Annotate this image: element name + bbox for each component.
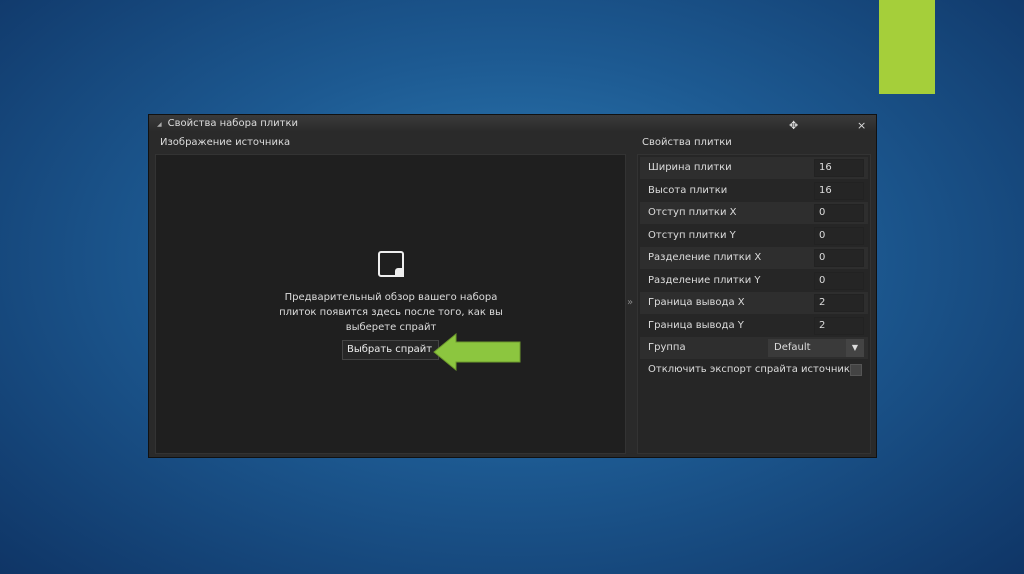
property-value-input[interactable]: 0 (814, 249, 864, 267)
property-value-input[interactable]: 0 (814, 204, 864, 222)
group-label: Группа (648, 342, 686, 353)
disable-export-checkbox[interactable] (850, 364, 862, 376)
sprite-placeholder-icon (378, 251, 404, 277)
source-preview-area: Предварительный обзор вашего набора плит… (155, 154, 626, 454)
property-row: Отступ плитки Y 0 (640, 225, 868, 247)
group-value: Default (774, 342, 811, 353)
move-icon[interactable]: ✥ (789, 117, 798, 134)
green-arrow-icon (433, 333, 521, 371)
tile-properties-panel: Ширина плитки 16 Высота плитки 16 Отступ пли… (637, 154, 871, 454)
disable-export-label: Отключить экспорт спрайта источника (648, 364, 857, 375)
property-row: Граница вывода X 2 (640, 292, 868, 314)
property-label: Разделение плитки X (648, 252, 762, 263)
property-label: Граница вывода Y (648, 319, 744, 331)
group-row: Группа Default ▼ (640, 337, 868, 359)
property-row: Высота плитки 16 (640, 180, 868, 202)
property-row: Граница вывода Y 2 (640, 315, 868, 337)
property-value-input[interactable]: 2 (814, 316, 864, 335)
collapse-icon[interactable]: ◢ (157, 121, 162, 128)
group-dropdown[interactable]: Default ▼ (768, 339, 864, 357)
accent-block (879, 0, 935, 94)
property-label: Отступ плитки Y (648, 229, 736, 241)
disable-export-row: Отключить экспорт спрайта источника (640, 359, 868, 381)
property-label: Разделение плитки Y (648, 274, 761, 286)
chevron-down-icon[interactable]: ▼ (846, 339, 864, 357)
pick-sprite-button[interactable]: Выбрать спрайт (342, 340, 439, 360)
property-row: Ширина плитки 16 (640, 157, 868, 179)
property-value-input[interactable]: 0 (814, 226, 864, 245)
property-row: Разделение плитки Y 0 (640, 270, 868, 292)
property-value-input[interactable]: 2 (814, 294, 864, 312)
tile-properties-header: Свойства плитки (642, 137, 732, 148)
property-label: Высота плитки (648, 184, 728, 196)
title-bar[interactable]: ◢ Свойства набора плитки ✥ × (149, 115, 876, 132)
property-label: Отступ плитки X (648, 207, 737, 218)
property-value-input[interactable]: 0 (814, 271, 864, 290)
preview-message: Предварительный обзор вашего набора плит… (279, 292, 503, 333)
window-title: Свойства набора плитки (167, 118, 299, 129)
property-label: Граница вывода X (648, 297, 745, 308)
property-value-input[interactable]: 16 (814, 159, 864, 177)
source-image-header: Изображение источника (160, 137, 291, 148)
tileset-properties-window: ◢ Свойства набора плитки ✥ × Изображение … (148, 114, 877, 458)
property-label: Ширина плитки (648, 162, 732, 173)
property-row: Разделение плитки X 0 (640, 247, 868, 269)
property-value-input[interactable]: 16 (814, 181, 864, 200)
close-icon[interactable]: × (857, 117, 866, 134)
panel-splitter[interactable]: » (627, 297, 633, 308)
property-row: Отступ плитки X 0 (640, 202, 868, 224)
